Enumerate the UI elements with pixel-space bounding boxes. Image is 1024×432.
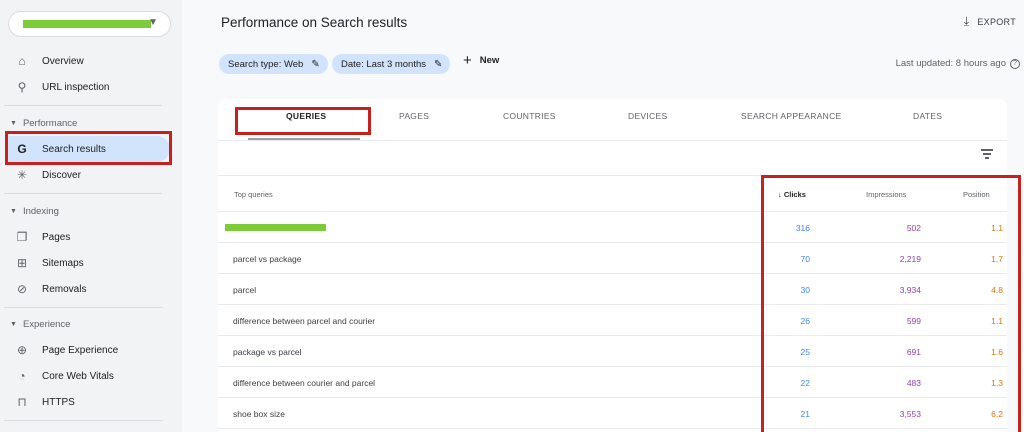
redacted-query — [225, 224, 326, 231]
export-button[interactable]: ⤓ EXPORT — [964, 14, 1016, 29]
home-icon: ⌂ — [18, 54, 26, 68]
sidebar-item-label: Page Experience — [42, 344, 119, 356]
tab-countries[interactable]: COUNTRIES — [503, 111, 556, 121]
sidebar-item-url-inspection[interactable]: ⚲ URL inspection — [8, 74, 170, 100]
query-cell: difference between parcel and courier — [233, 316, 376, 326]
sidebar-divider — [4, 420, 162, 421]
query-cell: parcel — [233, 285, 257, 295]
pencil-icon: ✎ — [311, 58, 320, 70]
eye-off-icon: ⊘ — [16, 282, 28, 296]
new-filter-button[interactable]: + New — [463, 51, 499, 69]
pages-icon: ❐ — [16, 230, 28, 244]
sidebar-item-discover[interactable]: ✳ Discover — [8, 162, 170, 188]
query-cell: package vs parcel — [233, 347, 302, 357]
tab-devices[interactable]: DEVICES — [628, 111, 667, 121]
sidebar-item-label: HTTPS — [42, 396, 75, 408]
caret-down-icon: ▼ — [10, 120, 17, 127]
sidebar-divider — [4, 193, 162, 194]
sidebar-item-label: Overview — [42, 55, 84, 67]
tabs-divider — [218, 140, 1007, 141]
sidebar-item-page-experience[interactable]: ⊕ Page Experience — [8, 337, 170, 363]
caret-down-icon: ▼ — [10, 208, 17, 215]
highlight-search-results — [5, 131, 172, 165]
redacted-property-name — [23, 20, 151, 28]
sidebar-item-removals[interactable]: ⊘ Removals — [8, 276, 170, 302]
last-updated: Last updated: 8 hours ago ? — [896, 58, 1020, 69]
sidebar-item-pages[interactable]: ❐ Pages — [8, 224, 170, 250]
query-cell: parcel vs package — [233, 254, 302, 264]
plus-icon: + — [463, 51, 472, 69]
highlight-queries-tab — [235, 107, 371, 135]
sidebar-item-label: Removals — [42, 283, 87, 295]
query-cell: difference between courier and parcel — [233, 378, 376, 388]
download-icon: ⤓ — [963, 14, 970, 28]
section-performance[interactable]: ▼ Performance — [10, 118, 77, 129]
query-cell: shoe box size — [233, 409, 285, 419]
header-top-queries[interactable]: Top queries — [234, 190, 273, 199]
caret-down-icon: ▼ — [10, 321, 17, 328]
asterisk-icon: ✳ — [16, 168, 28, 182]
lock-icon: ⊓ — [17, 395, 27, 409]
sidebar-item-label: URL inspection — [42, 81, 110, 93]
section-experience[interactable]: ▼ Experience — [10, 319, 70, 330]
sidebar-item-core-web-vitals[interactable]: ◔ Core Web Vitals — [8, 363, 170, 389]
chevron-down-icon: ▼ — [148, 17, 158, 28]
tab-search-appearance[interactable]: SEARCH APPEARANCE — [741, 111, 842, 121]
date-filter-chip[interactable]: Date: Last 3 months ✎ — [332, 54, 451, 74]
sidebar: ▼ ⌂ Overview ⚲ URL inspection ▼ Performa… — [0, 0, 182, 432]
sidebar-item-label: Pages — [42, 231, 71, 243]
help-icon[interactable]: ? — [1010, 58, 1020, 69]
sidebar-item-https[interactable]: ⊓ HTTPS — [8, 389, 170, 415]
sidebar-item-label: Core Web Vitals — [42, 370, 114, 382]
sidebar-item-sitemaps[interactable]: ⊞ Sitemaps — [8, 250, 170, 276]
gauge-icon: ◔ — [18, 369, 26, 383]
tab-pages[interactable]: PAGES — [399, 111, 429, 121]
sidebar-item-label: Sitemaps — [42, 257, 84, 269]
highlight-metrics-columns — [761, 175, 1021, 432]
search-type-filter-chip[interactable]: Search type: Web ✎ — [219, 54, 328, 74]
section-indexing[interactable]: ▼ Indexing — [10, 206, 59, 217]
sidebar-item-label: Discover — [42, 169, 81, 181]
tab-dates[interactable]: DATES — [913, 111, 942, 121]
sidebar-divider — [4, 105, 162, 106]
page-title: Performance on Search results — [221, 15, 408, 30]
sidebar-item-overview[interactable]: ⌂ Overview — [8, 48, 170, 74]
pencil-icon: ✎ — [434, 58, 443, 70]
property-selector[interactable]: ▼ — [8, 11, 171, 37]
filter-icon[interactable] — [981, 149, 993, 161]
main-content: Performance on Search results ⤓ EXPORT S… — [182, 0, 1024, 432]
plus-circle-icon: ⊕ — [16, 343, 28, 357]
sidebar-divider — [4, 307, 162, 308]
sitemap-icon: ⊞ — [16, 256, 28, 270]
search-icon: ⚲ — [17, 80, 27, 94]
